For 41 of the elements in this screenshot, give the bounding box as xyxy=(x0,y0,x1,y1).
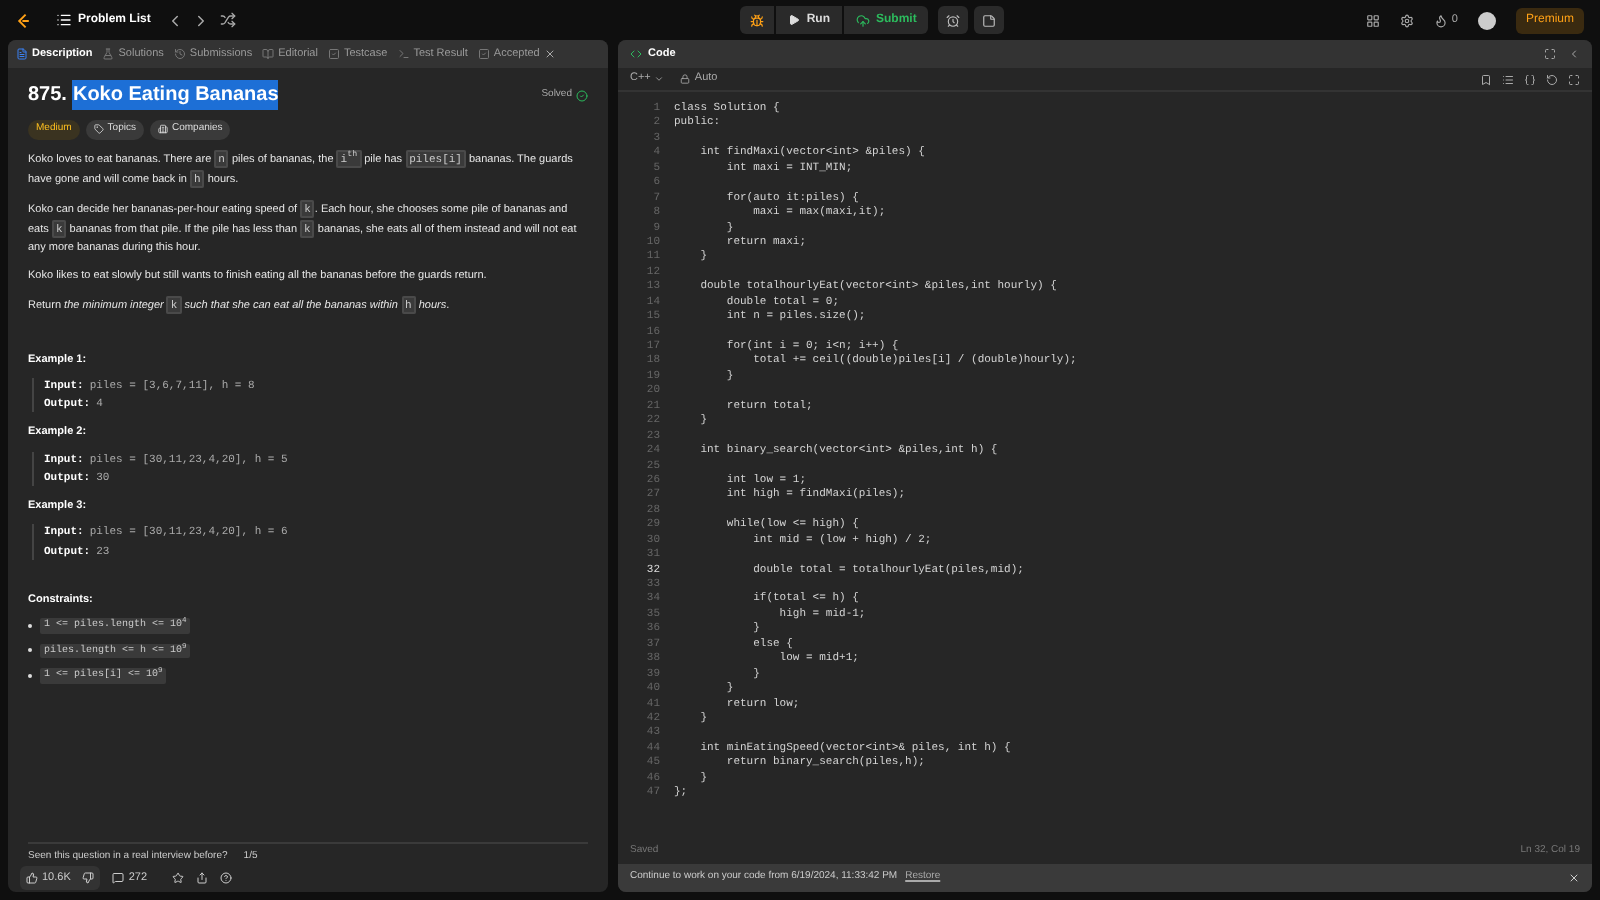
checkbox-icon xyxy=(327,48,340,60)
history-icon xyxy=(173,48,186,60)
thumbs-up-icon xyxy=(26,872,38,884)
flask-icon xyxy=(102,48,115,60)
bug-icon xyxy=(750,13,765,27)
cloud-upload-icon xyxy=(856,13,871,27)
shuffle-icon[interactable] xyxy=(220,12,237,28)
star-icon[interactable] xyxy=(171,872,184,884)
reset-icon[interactable] xyxy=(1546,73,1558,85)
avatar[interactable] xyxy=(1477,11,1496,29)
problem-title: 875. Koko Eating Bananas xyxy=(28,80,279,110)
terminal-icon xyxy=(397,48,410,60)
book-icon xyxy=(262,48,275,60)
share-icon[interactable] xyxy=(195,872,208,884)
list-icon xyxy=(56,12,72,28)
list-icon[interactable] xyxy=(1502,73,1514,85)
debug-button[interactable] xyxy=(740,6,775,34)
building-icon xyxy=(157,124,168,135)
comment-icon xyxy=(112,872,125,884)
thumbs-down-icon[interactable] xyxy=(82,872,95,884)
close-icon[interactable] xyxy=(1568,872,1580,884)
lock-icon xyxy=(680,74,691,84)
braces-icon[interactable] xyxy=(1524,73,1536,85)
bookmark-icon[interactable] xyxy=(1480,73,1492,85)
settings-icon[interactable] xyxy=(1399,13,1414,27)
timer-button[interactable] xyxy=(938,6,969,34)
tag-icon xyxy=(93,124,104,135)
check-circle-icon xyxy=(576,89,588,101)
flame-icon[interactable] xyxy=(1433,13,1448,27)
help-icon[interactable] xyxy=(219,872,232,884)
checkbox-icon xyxy=(477,48,490,60)
play-icon xyxy=(788,14,801,26)
layout-icon[interactable] xyxy=(1365,13,1380,27)
collapse-icon[interactable] xyxy=(1568,48,1580,60)
caret-icon xyxy=(654,74,665,84)
alarm-clock-icon xyxy=(946,13,961,27)
note-icon xyxy=(982,13,997,27)
note-button[interactable] xyxy=(974,6,1005,34)
close-icon[interactable] xyxy=(543,48,556,60)
document-icon xyxy=(16,48,28,60)
code-icon xyxy=(630,48,642,60)
